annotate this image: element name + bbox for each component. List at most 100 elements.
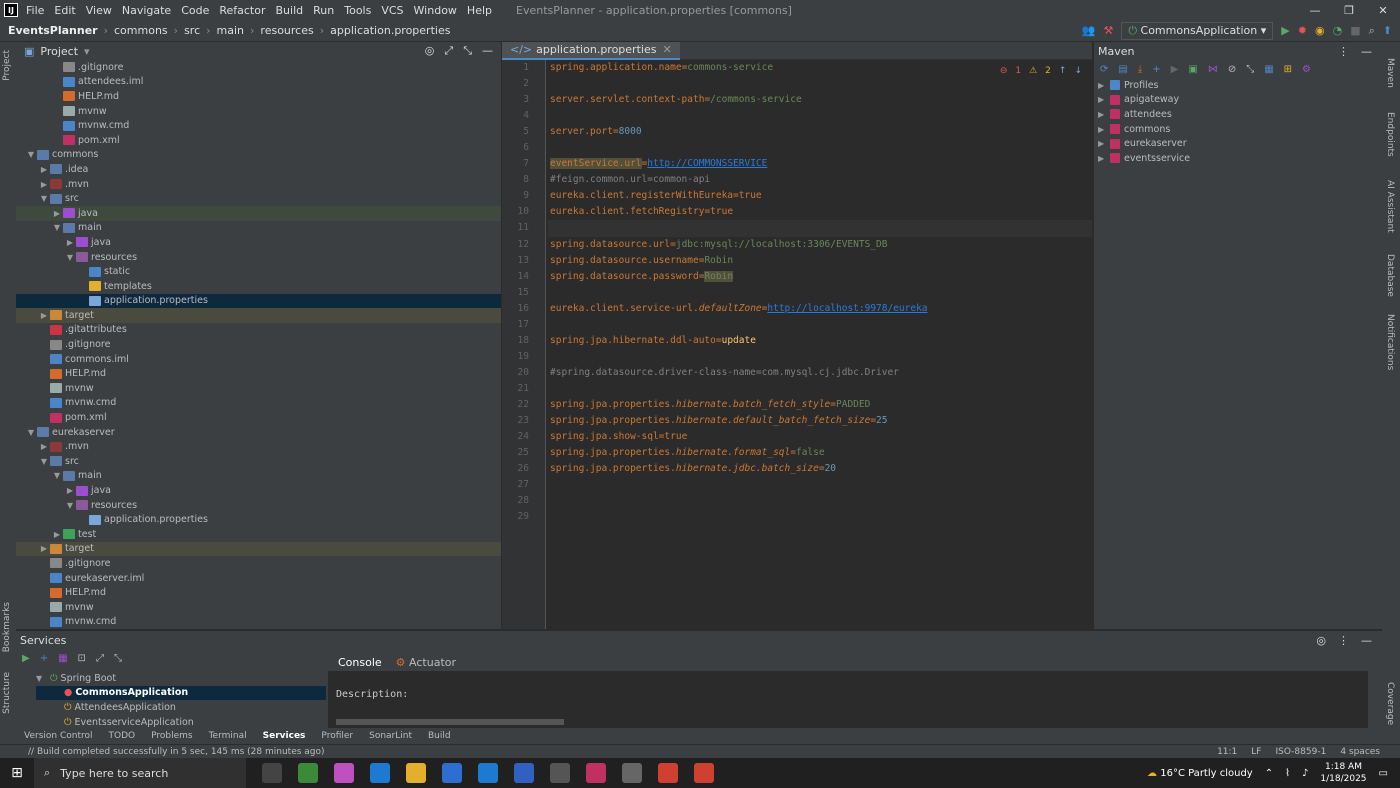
tree-item[interactable]: mvnw.cmd	[16, 118, 501, 133]
breadcrumb-item[interactable]: main	[217, 24, 244, 37]
expand-icon[interactable]: ⤢	[96, 653, 104, 664]
debug-icon[interactable]: ✹	[1298, 24, 1307, 37]
collapse-all-icon[interactable]: ⤡	[1246, 64, 1254, 75]
tree-item[interactable]: ▶ .mvn	[16, 439, 501, 454]
tree-item[interactable]: pom.xml	[16, 133, 501, 148]
maven-item[interactable]: ▶ Profiles	[1094, 78, 1382, 93]
code-line[interactable]: spring.jpa.properties.hibernate.format_s…	[548, 445, 1092, 461]
tree-item[interactable]: .gitignore	[16, 60, 501, 75]
close-tab-icon[interactable]: ✕	[662, 43, 671, 56]
hide-icon[interactable]: —	[1361, 634, 1372, 647]
coverage-tool-tab[interactable]: Coverage	[1385, 682, 1395, 725]
code-line[interactable]: spring.jpa.hibernate.ddl-auto=update	[548, 333, 1092, 349]
tree-item[interactable]: HELP.md	[16, 89, 501, 104]
chevron-icon[interactable]: ▶	[1098, 95, 1110, 104]
options-icon[interactable]: ⋮	[1338, 45, 1349, 58]
spring-boot-group[interactable]: ▼ ⏻ Spring Boot	[36, 671, 326, 686]
collapse-icon[interactable]: ⤡	[114, 653, 122, 664]
hide-icon[interactable]: —	[1361, 45, 1372, 58]
settings-icon[interactable]: ⚙	[1302, 64, 1311, 75]
chevron-icon[interactable]: ▼	[25, 428, 37, 437]
tree-item[interactable]: ▼ resources	[16, 250, 501, 265]
app-icon[interactable]	[622, 763, 642, 783]
notification-icon[interactable]: ▭	[1379, 768, 1388, 779]
tree-item[interactable]: ▼ resources	[16, 498, 501, 513]
maven-item[interactable]: ▶ eventsservice	[1094, 151, 1382, 166]
code-line[interactable]	[548, 317, 1092, 333]
collapse-icon[interactable]: ⤡	[463, 44, 472, 58]
windows-start-icon[interactable]: ⊞	[0, 765, 34, 781]
breadcrumb-item[interactable]: resources	[260, 24, 313, 37]
tool-tab-version-control[interactable]: Version Control	[24, 731, 93, 741]
inspection-widget[interactable]: ⊖ 1 ⚠ 2 ↑ ↓	[1000, 66, 1082, 76]
chevron-icon[interactable]: ▶	[64, 486, 76, 495]
tree-item[interactable]: HELP.md	[16, 366, 501, 381]
chevron-up-icon[interactable]: ⌃	[1265, 768, 1273, 779]
tree-item[interactable]: ▼ main	[16, 469, 501, 484]
tool-tab-build[interactable]: Build	[428, 731, 451, 741]
tree-item[interactable]: pom.xml	[16, 410, 501, 425]
project-view-select[interactable]: Project	[40, 45, 78, 58]
code-area[interactable]: spring.application.name=commons-service s…	[548, 60, 1092, 525]
code-line[interactable]	[548, 493, 1092, 509]
tree-item[interactable]: templates	[16, 279, 501, 294]
endpoints-tool-tab[interactable]: Endpoints	[1385, 112, 1395, 157]
bookmarks-tool-tab[interactable]: Bookmarks	[2, 602, 12, 652]
ai-assistant-tool-tab[interactable]: AI Assistant	[1385, 180, 1395, 233]
chevron-icon[interactable]: ▶	[38, 442, 50, 451]
hide-icon[interactable]: —	[482, 44, 493, 58]
minimize-icon[interactable]: —	[1298, 4, 1332, 17]
arrow-down-icon[interactable]: ↓	[1074, 66, 1082, 76]
menu-item-edit[interactable]: Edit	[54, 4, 75, 17]
chevron-icon[interactable]: ▶	[64, 238, 76, 247]
code-line[interactable]: eventService.url=http://COMMONSSERVICE	[548, 156, 1092, 172]
code-line[interactable]: spring.datasource.url=jdbc:mysql://local…	[548, 237, 1092, 253]
code-line[interactable]	[548, 285, 1092, 301]
breadcrumb-item[interactable]: application.properties	[330, 24, 450, 37]
breadcrumb-item[interactable]: EventsPlanner	[8, 24, 98, 37]
project-tool-tab[interactable]: Project	[2, 50, 12, 81]
menu-item-refactor[interactable]: Refactor	[219, 4, 265, 17]
code-line[interactable]: spring.jpa.properties.hibernate.jdbc.bat…	[548, 461, 1092, 477]
tree-item[interactable]: ▶ target	[16, 541, 501, 557]
menu-item-vcs[interactable]: VCS	[381, 4, 403, 17]
breadcrumb-item[interactable]: commons	[114, 24, 168, 37]
taskbar-search[interactable]: ⌕ Type here to search	[34, 758, 246, 788]
tree-item[interactable]: ▶ java	[16, 483, 501, 498]
code-line[interactable]: server.servlet.context-path=/commons-ser…	[548, 92, 1092, 108]
run-maven-icon[interactable]: ▶	[1171, 64, 1179, 75]
code-line[interactable]	[548, 509, 1092, 525]
horizontal-scrollbar[interactable]	[336, 719, 564, 725]
coverage-icon[interactable]: ◉	[1315, 24, 1325, 37]
filter-icon[interactable]: ⊡	[78, 653, 86, 664]
code-line[interactable]	[548, 220, 1092, 237]
menu-item-help[interactable]: Help	[467, 4, 492, 17]
tree-item[interactable]: ▶ .mvn	[16, 177, 501, 192]
tree-item[interactable]: application.properties	[16, 512, 501, 527]
code-line[interactable]	[548, 140, 1092, 156]
service-attendees[interactable]: ⏻ AttendeesApplication	[36, 700, 326, 715]
service-commons[interactable]: ● CommonsApplication	[36, 685, 326, 701]
chevron-icon[interactable]: ▶	[38, 311, 50, 320]
maven-tool-tab[interactable]: Maven	[1385, 58, 1395, 88]
close-icon[interactable]: ✕	[1366, 4, 1400, 17]
tree-item[interactable]: .gitignore	[16, 337, 501, 352]
volume-icon[interactable]: ♪	[1302, 768, 1308, 779]
code-line[interactable]: spring.jpa.show-sql=true	[548, 429, 1092, 445]
menu-item-tools[interactable]: Tools	[344, 4, 371, 17]
intellij-icon[interactable]	[586, 763, 606, 783]
maven-item[interactable]: ▶ attendees	[1094, 107, 1382, 122]
tab-application-properties[interactable]: </> application.properties ✕	[502, 41, 680, 60]
chevron-icon[interactable]: ▼	[38, 457, 50, 466]
menu-item-run[interactable]: Run	[313, 4, 334, 17]
tool-tab-problems[interactable]: Problems	[151, 731, 192, 741]
store-icon[interactable]	[442, 763, 462, 783]
code-line[interactable]: spring.datasource.username=Robin	[548, 253, 1092, 269]
diagram-icon[interactable]: ⊞	[1284, 64, 1292, 75]
file-encoding[interactable]: ISO-8859-1	[1275, 747, 1326, 757]
code-line[interactable]: spring.datasource.password=Robin	[548, 269, 1092, 285]
network-icon[interactable]: ⌇	[1285, 768, 1290, 779]
show-dependencies-icon[interactable]: ▦	[1264, 64, 1273, 75]
add-project-icon[interactable]: ▤	[1118, 64, 1127, 75]
tree-item[interactable]: ▶ target	[16, 308, 501, 323]
